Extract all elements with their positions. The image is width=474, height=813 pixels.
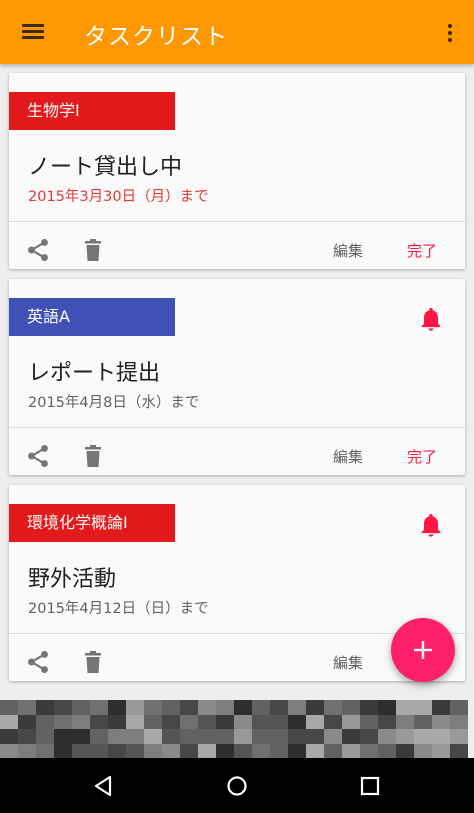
add-task-button[interactable] — [391, 618, 455, 682]
divider — [9, 427, 465, 428]
page-title: タスクリスト — [84, 24, 228, 50]
share-icon[interactable] — [25, 443, 51, 469]
subject-tag: 環境化学概論I — [9, 504, 175, 542]
task-title: 野外活動 — [28, 567, 117, 592]
due-date: 2015年4月8日（水）まで — [28, 395, 200, 411]
home-icon[interactable] — [221, 770, 253, 802]
task-card[interactable]: 生物学I ノート貸出し中 2015年3月30日（月）まで 編集 完了 — [9, 73, 465, 269]
task-title: レポート提出 — [28, 361, 161, 386]
divider — [9, 221, 465, 222]
due-date: 2015年4月12日（日）まで — [28, 601, 209, 617]
ad-banner[interactable] — [0, 700, 474, 758]
edit-button[interactable]: 編集 — [333, 652, 363, 673]
bell-icon[interactable] — [417, 305, 445, 333]
complete-button[interactable]: 完了 — [407, 446, 437, 467]
due-date: 2015年3月30日（月）まで — [28, 189, 209, 205]
subject-tag: 生物学I — [9, 92, 175, 130]
app-bar: タスクリスト — [0, 0, 474, 64]
task-card[interactable]: 英語A レポート提出 2015年4月8日（水）まで 編集 完了 — [9, 279, 465, 475]
edit-button[interactable]: 編集 — [333, 240, 363, 261]
back-icon[interactable] — [88, 770, 120, 802]
delete-icon[interactable] — [81, 649, 105, 675]
complete-button[interactable]: 完了 — [407, 240, 437, 261]
bell-icon[interactable] — [417, 511, 445, 539]
subject-tag: 英語A — [9, 298, 175, 336]
system-nav-bar — [0, 758, 474, 813]
hamburger-menu-icon[interactable] — [14, 18, 50, 46]
plus-icon — [414, 641, 432, 659]
delete-icon[interactable] — [81, 237, 105, 263]
delete-icon[interactable] — [81, 443, 105, 469]
edit-button[interactable]: 編集 — [333, 446, 363, 467]
share-icon[interactable] — [25, 237, 51, 263]
task-title: ノート貸出し中 — [28, 155, 183, 180]
recents-icon[interactable] — [354, 770, 386, 802]
share-icon[interactable] — [25, 649, 51, 675]
more-vert-icon[interactable] — [438, 18, 462, 46]
